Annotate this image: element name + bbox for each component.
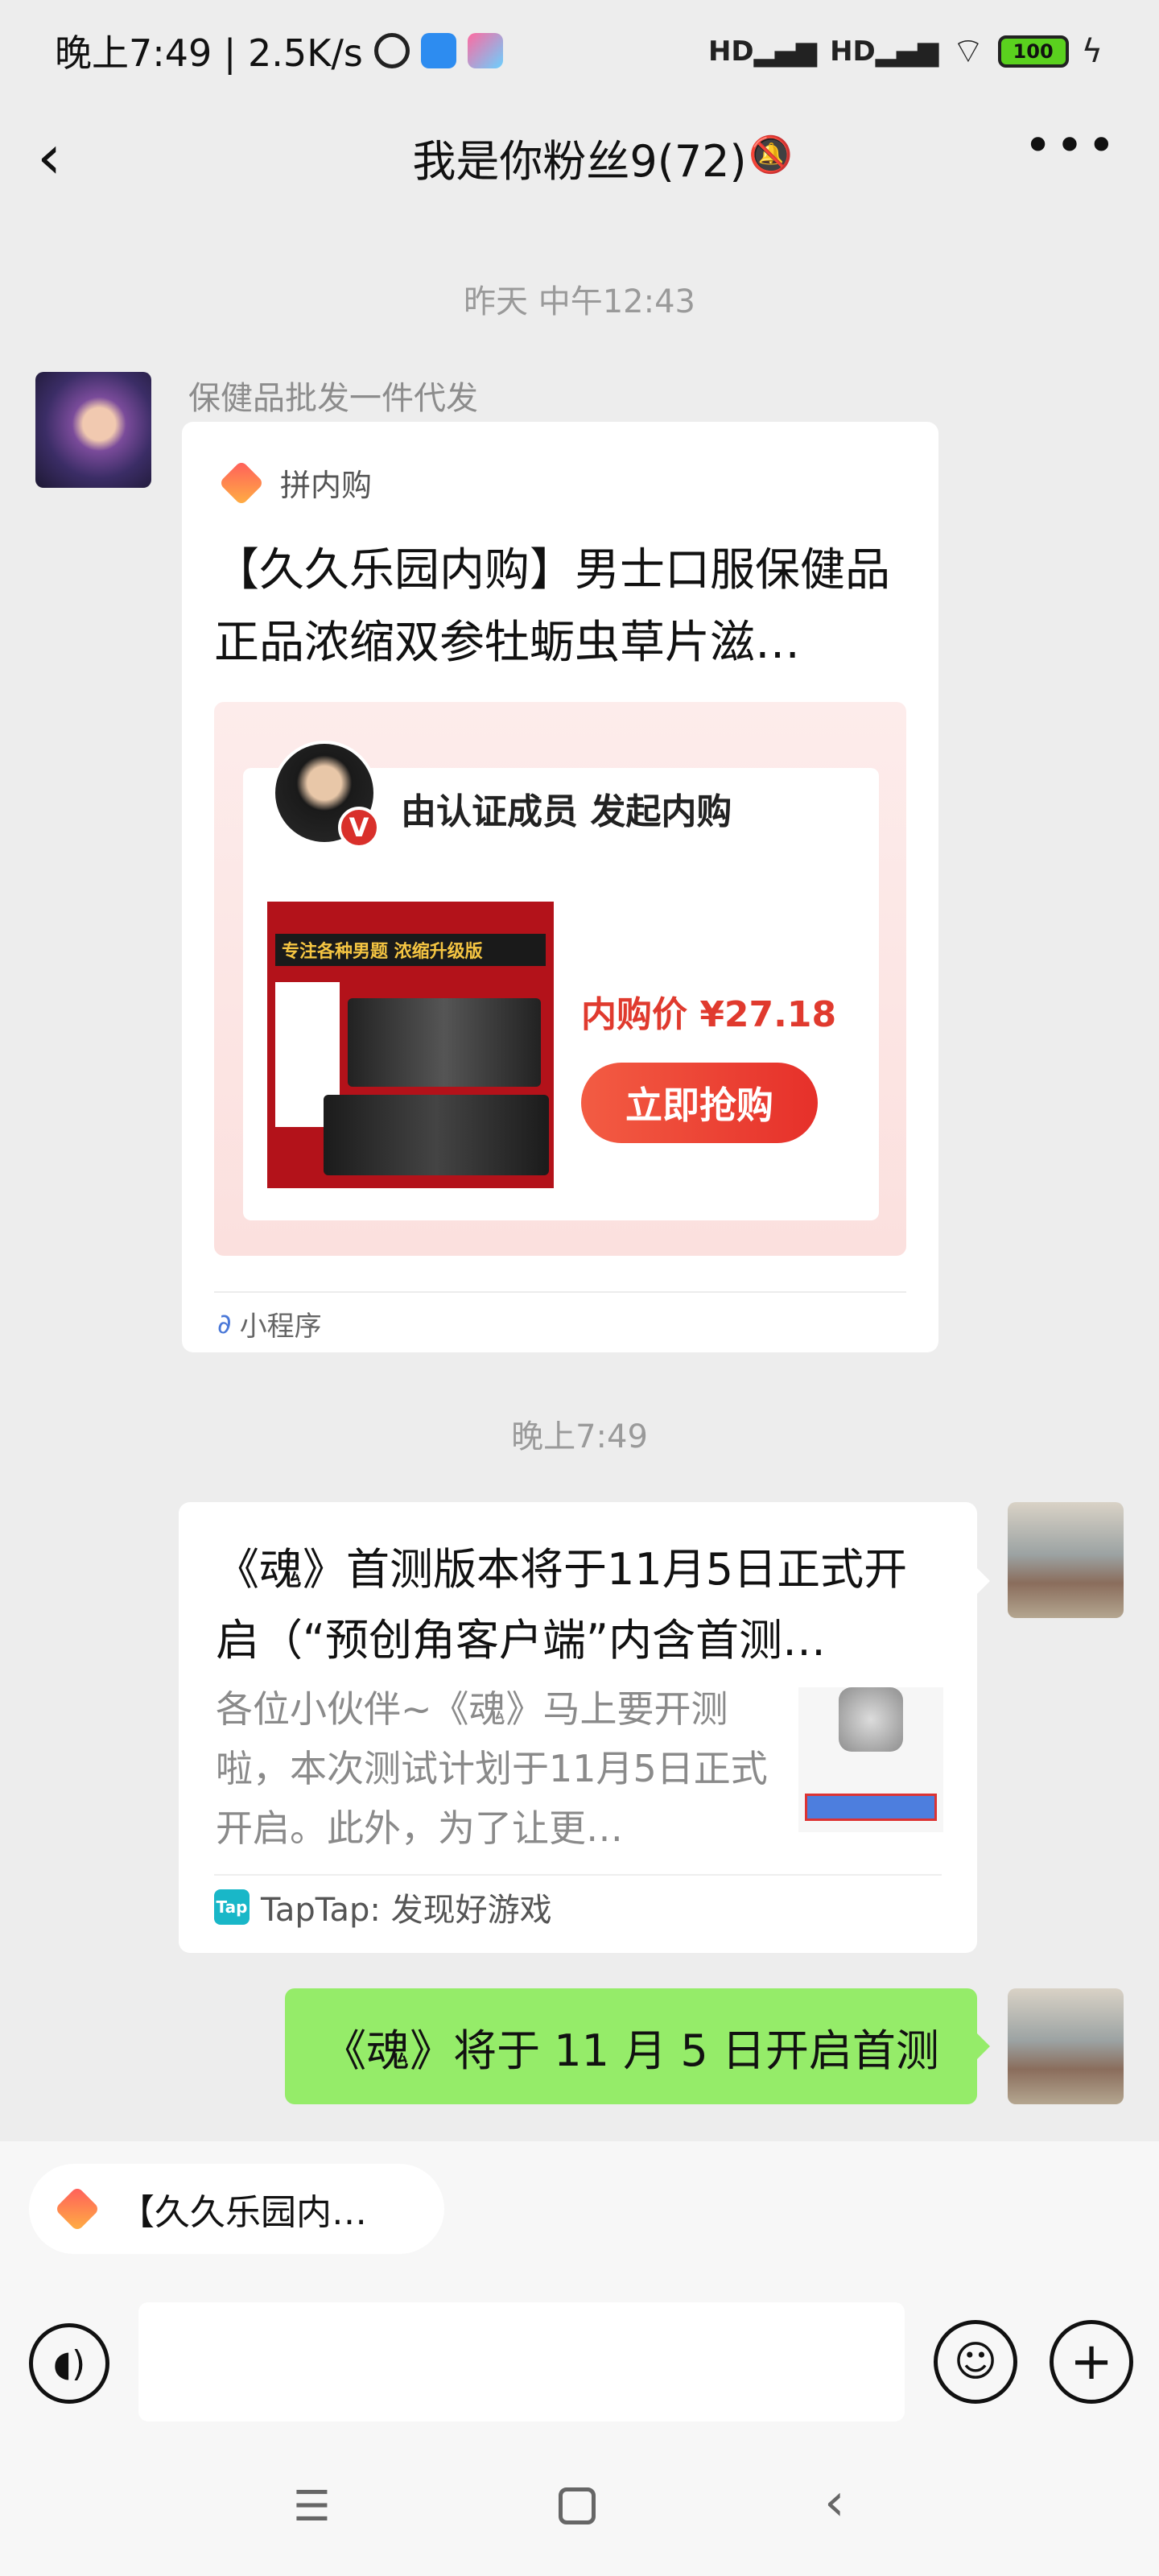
charging-icon: ϟ	[1081, 32, 1103, 70]
sender-name: 保健品批发一件代发	[188, 380, 478, 417]
link-thumbnail	[798, 1687, 943, 1832]
my-avatar[interactable]	[1008, 1988, 1124, 2104]
divider	[214, 1874, 942, 1876]
message-input[interactable]	[138, 2302, 905, 2421]
chat-title: 我是你粉丝9(72)	[412, 136, 747, 187]
plus-icon: +	[1070, 2332, 1113, 2392]
home-button[interactable]	[559, 2487, 596, 2524]
mini-program-footer: ∂ 小程序	[217, 1304, 322, 1344]
signal-icon-2: HD▂▄▆	[830, 35, 939, 68]
bubble-tail	[975, 2032, 990, 2061]
system-back-button[interactable]: ‹	[824, 2473, 845, 2533]
status-right: HD▂▄▆ HD▂▄▆ ⌔ 100 ϟ	[708, 29, 1103, 73]
chat-header: ‹ 我是你粉丝9(72) 🔕 •••	[0, 105, 1159, 209]
mini-program-icon: ∂	[217, 1307, 232, 1340]
mini-program-label: 小程序	[239, 1311, 322, 1343]
menu-icon: ☰	[293, 2483, 331, 2531]
link-card[interactable]: 《魂》首测版本将于11月5日正式开启（“预创角客户端”内含首测… 各位小伙伴~《…	[179, 1502, 990, 1953]
sender-avatar[interactable]	[35, 372, 151, 488]
wifi-icon: ⌔	[951, 31, 985, 72]
product-box	[348, 998, 541, 1087]
product-pack	[324, 1095, 549, 1175]
pinneigou-logo-icon	[53, 2188, 100, 2230]
status-left: 晚上7:49 | 2.5K/s	[55, 24, 503, 77]
product-price: 内购价 ¥27.18	[581, 994, 837, 1035]
voice-icon: ◖)	[52, 2343, 86, 2384]
verified-badge: V	[338, 807, 380, 848]
status-bar: 晚上7:49 | 2.5K/s HD▂▄▆ HD▂▄▆ ⌔ 100 ϟ	[0, 0, 1159, 97]
product-banner: 专注各种男题 浓缩升级版	[275, 934, 546, 966]
text-message-bubble[interactable]: 《魂》将于 11 月 5 日开启首测	[285, 1988, 990, 2104]
mini-program-app: 拼内购	[217, 460, 372, 505]
quoted-message-chip[interactable]: 【久久乐园内…	[29, 2164, 444, 2254]
more-button[interactable]: •••	[1024, 118, 1119, 174]
battery-icon: 100	[997, 35, 1069, 68]
bell-off-icon: 🔕	[749, 134, 793, 175]
text-message: 《魂》将于 11 月 5 日开启首测	[323, 2025, 939, 2076]
taptap-icon: Tap	[214, 1889, 250, 1925]
more-icon: •••	[1023, 118, 1119, 174]
battery-level: 100	[1013, 39, 1054, 63]
status-time: 晚上7:49 | 2.5K/s	[55, 31, 363, 75]
thumbnail-panel: V 由认证成员 发起内购 专注各种男题 浓缩升级版 内购价 ¥27.18 立即抢…	[243, 741, 879, 1220]
link-title: 《魂》首测版本将于11月5日正式开启（“预创角客户端”内含首测…	[216, 1544, 908, 1666]
link-description: 各位小伙伴~《魂》马上要开测啦，本次测试计划于11月5日正式开启。此外，为了让更…	[216, 1687, 768, 1850]
alarm-icon	[373, 33, 410, 68]
pinneigou-logo-icon	[217, 462, 264, 504]
buy-now-button[interactable]: 立即抢购	[581, 1063, 818, 1143]
quote-text: 【久久乐园内…	[119, 2192, 367, 2233]
mini-program-app-name: 拼内购	[280, 468, 373, 503]
mini-program-thumbnail: V 由认证成员 发起内购 专注各种男题 浓缩升级版 内购价 ¥27.18 立即抢…	[214, 702, 906, 1256]
bubble-tail	[975, 1567, 990, 1596]
gallery-notification-icon	[467, 33, 503, 68]
mini-program-card[interactable]: 拼内购 【久久乐园内购】男士口服保健品正品浓缩双参牡蛎虫草片滋… V 由认证成员…	[182, 422, 938, 1352]
product-image: 专注各种男题 浓缩升级版	[267, 902, 554, 1188]
timestamp: 昨天 中午12:43	[464, 283, 695, 320]
system-nav-bar: ☰ ‹	[0, 2463, 1159, 2544]
link-source-label: TapTap: 发现好游戏	[261, 1892, 552, 1929]
back-icon: ‹	[824, 2473, 845, 2533]
link-source: Tap TapTap: 发现好游戏	[214, 1884, 552, 1930]
emoji-button[interactable]: ☺	[934, 2320, 1017, 2404]
mini-program-title: 【久久乐园内购】男士口服保健品正品浓缩双参牡蛎虫草片滋…	[214, 544, 890, 669]
organizer-label: 由认证成员 发起内购	[401, 791, 732, 832]
divider	[214, 1291, 906, 1293]
game-logo-icon	[839, 1687, 903, 1752]
more-functions-button[interactable]: +	[1050, 2320, 1133, 2404]
app-notification-icon	[420, 33, 456, 68]
signal-icon: HD▂▄▆	[707, 35, 818, 68]
recents-button[interactable]: ☰	[293, 2483, 331, 2531]
my-avatar[interactable]	[1008, 1502, 1124, 1618]
smiley-icon: ☺	[953, 2338, 998, 2386]
timestamp: 晚上7:49	[511, 1418, 648, 1455]
thumbnail-button	[805, 1794, 937, 1821]
voice-button[interactable]: ◖)	[29, 2323, 109, 2404]
